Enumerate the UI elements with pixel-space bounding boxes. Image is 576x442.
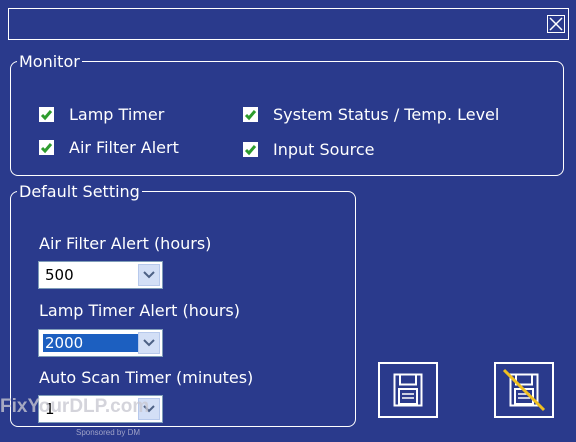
checkmark-icon <box>39 107 54 122</box>
chevron-down-icon[interactable] <box>138 332 160 354</box>
air-filter-alert-label: Air Filter Alert <box>69 138 179 157</box>
settings-dialog: { "title_bar": { "close_icon": "close-ic… <box>0 0 576 442</box>
default-setting-group: Default Setting Air Filter Alert (hours)… <box>10 182 356 427</box>
lamp-timer-alert-hours-label: Lamp Timer Alert (hours) <box>39 301 241 320</box>
discard-button[interactable] <box>494 362 554 418</box>
monitor-legend: Monitor <box>19 52 80 71</box>
floppy-disk-icon <box>393 373 423 407</box>
save-button[interactable] <box>378 362 438 418</box>
close-button[interactable] <box>547 15 565 33</box>
air-filter-alert-checkbox[interactable]: Air Filter Alert <box>39 138 179 157</box>
checkmark-icon <box>243 107 258 122</box>
floppy-disk-crossed-icon <box>502 368 546 412</box>
air-filter-alert-value: 500 <box>45 266 74 284</box>
system-status-label: System Status / Temp. Level <box>273 105 500 124</box>
checkmark-icon <box>243 142 258 157</box>
input-source-checkbox[interactable]: Input Source <box>243 140 374 159</box>
air-filter-alert-select[interactable]: 500 <box>38 261 163 289</box>
lamp-timer-label: Lamp Timer <box>69 105 165 124</box>
lamp-timer-alert-select[interactable]: 2000 <box>38 329 163 357</box>
default-setting-legend: Default Setting <box>19 182 140 201</box>
checkmark-icon <box>39 140 54 155</box>
monitor-group: Monitor Lamp Timer Air Filter Alert Syst… <box>10 52 564 176</box>
sponsor-text: Sponsored by DM <box>76 428 141 437</box>
title-bar <box>8 8 569 40</box>
chevron-down-icon[interactable] <box>138 264 160 286</box>
air-filter-alert-hours-label: Air Filter Alert (hours) <box>39 234 212 253</box>
close-icon <box>549 17 563 31</box>
watermark-text: FixYourDLP.com <box>0 396 150 417</box>
lamp-timer-alert-value: 2000 <box>42 333 149 353</box>
auto-scan-timer-minutes-label: Auto Scan Timer (minutes) <box>39 368 254 387</box>
lamp-timer-checkbox[interactable]: Lamp Timer <box>39 105 164 124</box>
input-source-label: Input Source <box>273 140 375 159</box>
system-status-checkbox[interactable]: System Status / Temp. Level <box>243 105 499 124</box>
